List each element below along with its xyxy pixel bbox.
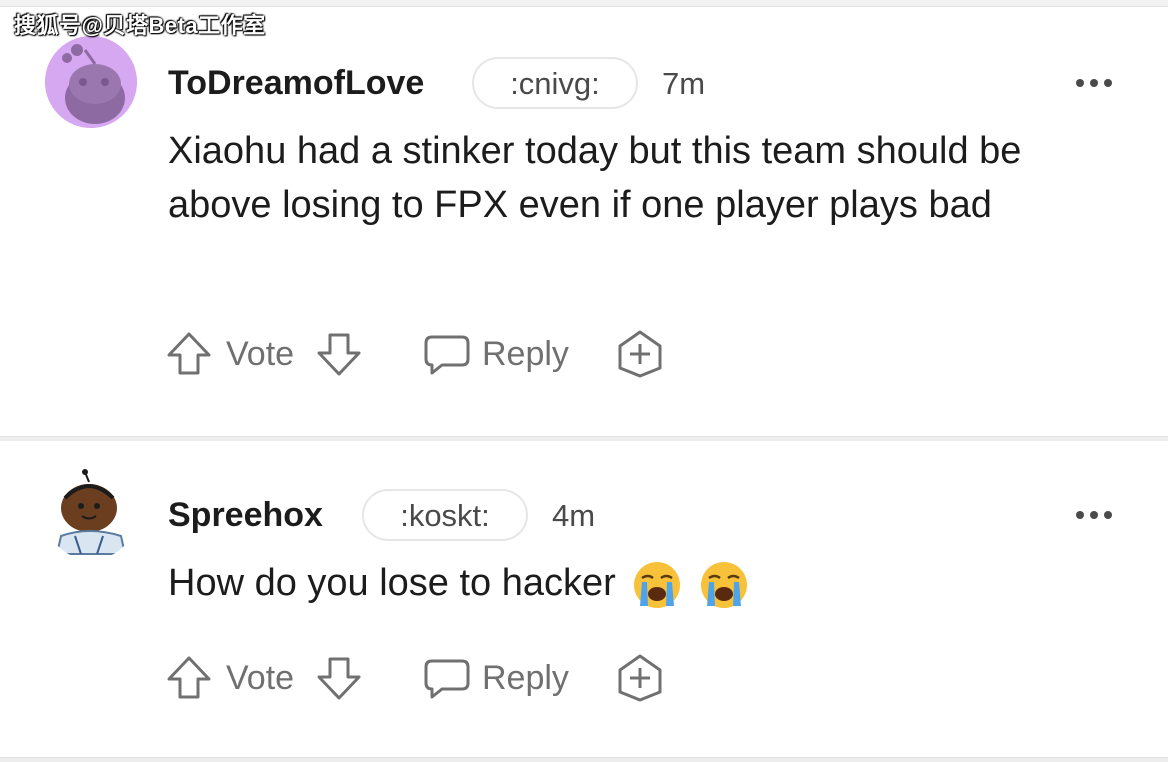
comment-body: How do you lose to hacker xyxy=(168,556,1128,610)
reply-label: Reply xyxy=(482,334,569,373)
upvote-button[interactable] xyxy=(164,650,214,706)
vote-label: Vote xyxy=(226,658,295,697)
more-options-icon[interactable] xyxy=(1076,506,1120,519)
award-plus-icon xyxy=(618,654,662,702)
downvote-arrow-icon xyxy=(317,333,361,376)
award-button[interactable] xyxy=(614,326,666,382)
loudly-crying-face-icon xyxy=(700,561,747,608)
loudly-crying-face-icon xyxy=(634,561,681,608)
more-options-icon[interactable] xyxy=(1076,74,1120,87)
user-flair: :cnivg: xyxy=(472,57,638,109)
snoo-avatar-icon xyxy=(45,36,137,128)
downvote-button[interactable] xyxy=(314,326,364,382)
reply-button[interactable]: Reply xyxy=(422,650,569,706)
upvote-arrow-icon xyxy=(167,656,211,699)
bottom-divider xyxy=(0,757,1168,762)
reply-bubble-icon xyxy=(424,335,470,375)
timestamp: 7m xyxy=(662,66,706,101)
comment-2: Spreehox :koskt: 4m How do you lose to h… xyxy=(0,440,1168,761)
avatar[interactable] xyxy=(45,36,137,128)
comment-body: Xiaohu had a stinker today but this team… xyxy=(168,130,1022,226)
downvote-arrow-icon xyxy=(317,657,361,700)
vote-label: Vote xyxy=(226,334,295,373)
username[interactable]: ToDreamofLove xyxy=(168,64,424,103)
timestamp: 4m xyxy=(552,498,596,533)
comment-text: How do you lose to hacker xyxy=(168,562,616,604)
watermark: 搜狐号@贝塔Beta工作室 xyxy=(14,13,266,38)
vote-count: Vote xyxy=(226,326,294,382)
upvote-arrow-icon xyxy=(167,332,211,375)
vote-count: Vote xyxy=(226,650,294,706)
upvote-button[interactable] xyxy=(164,326,214,382)
avatar[interactable] xyxy=(45,468,137,560)
comment-1: ToDreamofLove :cnivg: 7m Xiaohu had a st… xyxy=(0,0,1168,436)
award-plus-icon xyxy=(618,330,662,378)
username[interactable]: Spreehox xyxy=(168,496,323,535)
reply-button[interactable]: Reply xyxy=(422,326,569,382)
user-flair: :koskt: xyxy=(362,489,528,541)
award-button[interactable] xyxy=(614,650,666,706)
reply-bubble-icon xyxy=(424,659,470,699)
reply-label: Reply xyxy=(482,658,569,697)
comment-actions: Vote Reply xyxy=(164,326,764,382)
downvote-button[interactable] xyxy=(314,650,364,706)
snoo-avatar-icon xyxy=(55,469,127,555)
comment-actions: Vote Reply xyxy=(164,650,764,706)
